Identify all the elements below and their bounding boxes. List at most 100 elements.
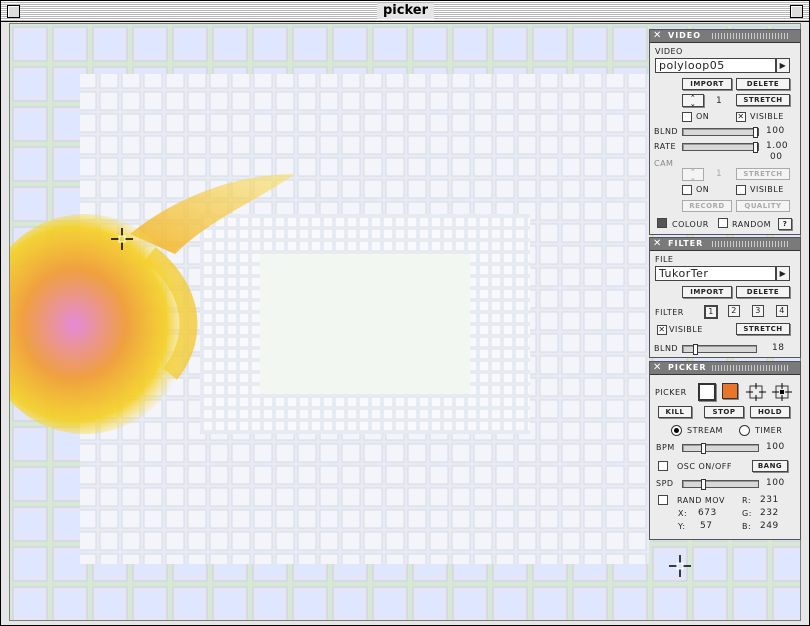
file-menu-arrow-icon[interactable]: ▶ xyxy=(776,58,790,73)
cam-stretch-button: STRETCH xyxy=(736,168,790,180)
video-panel: ✕ VIDEO VIDEO polyloop05 ▶ IMPORT DELETE… xyxy=(649,29,801,235)
filter-blnd-label: BLND xyxy=(654,344,679,353)
cam-on-label: ON xyxy=(696,185,710,194)
timer-radio[interactable] xyxy=(739,425,750,436)
osc-label: OSC ON/OFF xyxy=(677,462,732,471)
colour-label: COLOUR xyxy=(672,220,709,229)
spd-slider[interactable] xyxy=(682,479,759,490)
stepper-arrows-icon[interactable]: ⌃ ⌄ xyxy=(682,94,704,108)
filter-import-button[interactable]: IMPORT xyxy=(682,286,732,298)
filter-blnd-value: 18 xyxy=(772,343,785,353)
picker-color-swatch[interactable] xyxy=(722,383,738,399)
timer-label: TIMER xyxy=(755,426,783,435)
slider-knob[interactable] xyxy=(701,479,706,490)
x-label: X: xyxy=(678,509,688,518)
osc-checkbox[interactable] xyxy=(658,461,668,471)
title-bar[interactable]: picker xyxy=(1,1,809,22)
bang-button[interactable]: BANG xyxy=(752,460,788,472)
blnd-label: BLND xyxy=(654,127,679,136)
randmov-checkbox[interactable] xyxy=(658,495,668,505)
colour-swatch[interactable] xyxy=(657,218,667,228)
bpm-label: BPM xyxy=(656,443,675,452)
filter-4-button[interactable]: 4 xyxy=(776,305,788,317)
crosshair-target-icon[interactable] xyxy=(746,383,766,403)
video-import-button[interactable]: IMPORT xyxy=(682,78,732,90)
video-blnd-slider[interactable] xyxy=(682,127,759,138)
stop-button[interactable]: STOP xyxy=(704,406,744,418)
video-rate-slider[interactable] xyxy=(682,142,759,153)
filter-blnd-slider[interactable] xyxy=(682,344,757,355)
x-value: 673 xyxy=(698,508,717,518)
video-file-field[interactable]: polyloop05 xyxy=(655,58,776,73)
b-label: B: xyxy=(742,522,752,531)
close-icon[interactable]: ✕ xyxy=(653,238,662,249)
stream-radio[interactable] xyxy=(671,425,682,436)
filter-panel-header[interactable]: ✕ FILTER xyxy=(650,238,800,251)
file-menu-arrow-icon[interactable]: ▶ xyxy=(776,266,790,281)
slider-knob[interactable] xyxy=(753,127,758,138)
slider-knob[interactable] xyxy=(701,443,706,454)
random-checkbox[interactable] xyxy=(718,218,728,228)
cam-value: 1 xyxy=(716,169,723,179)
rate-extra-value: 00 xyxy=(770,152,783,162)
quality-button: QUALITY xyxy=(736,200,790,212)
cam-visible-checkbox[interactable] xyxy=(736,185,746,195)
rate-value: 1.00 xyxy=(766,141,789,151)
cam-on-checkbox[interactable] xyxy=(682,185,692,195)
multi-target-icon[interactable] xyxy=(772,383,792,403)
spd-value: 100 xyxy=(766,478,785,488)
filter-1-button[interactable]: 1 xyxy=(704,305,718,319)
bpm-value: 100 xyxy=(766,442,785,452)
drag-grip[interactable] xyxy=(712,33,788,39)
video-visible-label: VISIBLE xyxy=(750,112,784,121)
rate-label: RATE xyxy=(654,142,677,151)
filter-visible-label: VISIBLE xyxy=(669,325,703,334)
filter-2-button[interactable]: 2 xyxy=(728,305,740,317)
filter-3-button[interactable]: 3 xyxy=(752,305,764,317)
y-label: Y: xyxy=(678,522,686,531)
bpm-slider[interactable] xyxy=(682,443,759,454)
help-button[interactable]: ? xyxy=(778,218,792,230)
filter-file-field[interactable]: TukorTer xyxy=(655,266,776,281)
y-value: 57 xyxy=(700,521,713,531)
video-panel-header[interactable]: ✕ VIDEO xyxy=(650,30,800,43)
g-label: G: xyxy=(742,509,752,518)
filter-panel: ✕ FILTER FILE TukorTer ▶ IMPORT DELETE F… xyxy=(649,237,801,358)
video-visible-checkbox[interactable]: ✕ xyxy=(736,112,746,122)
panel-title: FILTER xyxy=(668,239,704,248)
drag-grip[interactable] xyxy=(712,365,788,371)
slider-knob[interactable] xyxy=(753,142,758,153)
hold-button[interactable]: HOLD xyxy=(750,406,790,418)
video-section-label: VIDEO xyxy=(655,47,683,56)
video-on-label: ON xyxy=(696,112,710,121)
close-icon[interactable]: ✕ xyxy=(653,362,662,373)
filter-delete-button[interactable]: DELETE xyxy=(736,286,790,298)
r-value: 231 xyxy=(760,495,779,505)
video-delete-button[interactable]: DELETE xyxy=(736,78,790,90)
stream-label: STREAM xyxy=(687,426,723,435)
picker-white-swatch[interactable] xyxy=(698,383,716,401)
record-button: RECORD xyxy=(682,200,732,212)
video-on-checkbox[interactable] xyxy=(682,112,692,122)
picker-panel: ✕ PICKER PICKER KILL STOP HOLD STREAM TI… xyxy=(649,361,801,540)
drag-grip[interactable] xyxy=(712,241,788,247)
cam-stepper-icon: ⌃ ⌄ xyxy=(682,168,704,182)
randmov-label: RAND MOV xyxy=(677,496,725,505)
kill-button[interactable]: KILL xyxy=(658,406,692,418)
stepper-value: 1 xyxy=(716,96,723,106)
panel-title: PICKER xyxy=(668,363,707,372)
g-value: 232 xyxy=(760,508,779,518)
slider-knob[interactable] xyxy=(693,344,698,355)
zoom-box[interactable] xyxy=(790,5,803,18)
window-title: picker xyxy=(377,3,434,19)
panel-title: VIDEO xyxy=(668,31,702,40)
filter-label: FILTER xyxy=(655,308,684,317)
filter-visible-checkbox[interactable]: ✕ xyxy=(657,325,667,335)
picker-panel-header[interactable]: ✕ PICKER xyxy=(650,362,800,375)
random-label: RANDOM xyxy=(732,220,772,229)
b-value: 249 xyxy=(760,521,779,531)
close-icon[interactable]: ✕ xyxy=(653,30,662,41)
video-stretch-button[interactable]: STRETCH xyxy=(736,94,790,106)
close-box[interactable] xyxy=(7,5,20,18)
filter-stretch-button[interactable]: STRETCH xyxy=(736,323,790,335)
